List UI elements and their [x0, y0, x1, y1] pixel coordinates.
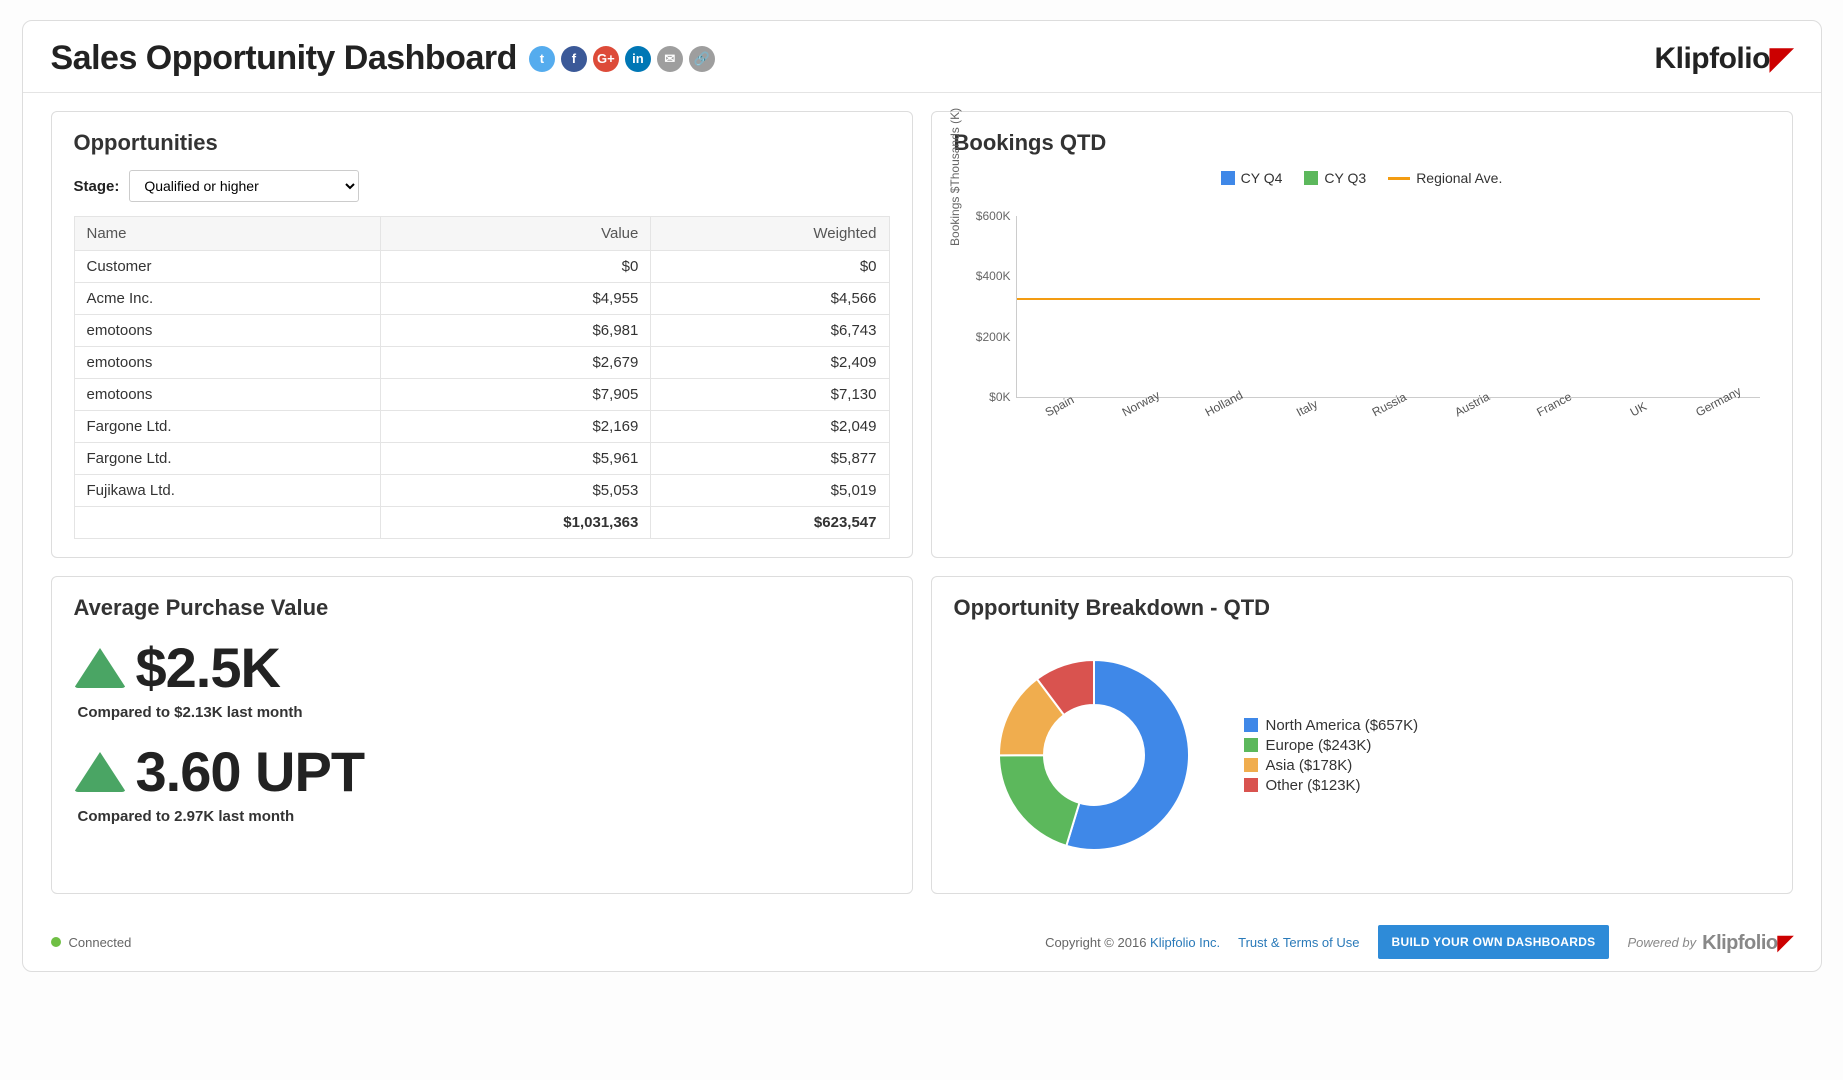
x-tick: Austria — [1452, 389, 1492, 419]
legend-swatch — [1244, 758, 1258, 772]
upt-value: 3.60 UPT — [136, 739, 365, 804]
donut-legend: North America ($657K) Europe ($243K) Asia … — [1244, 714, 1419, 797]
col-name: Name — [74, 217, 380, 251]
table-row: emotoons$6,981$6,743 — [74, 315, 889, 347]
col-weighted: Weighted — [651, 217, 889, 251]
email-icon[interactable]: ✉ — [657, 46, 683, 72]
legend-item: Europe ($243K) — [1244, 737, 1419, 754]
y-tick: $0K — [959, 390, 1011, 404]
legend-swatch-q3 — [1304, 171, 1318, 185]
y-tick: $600K — [959, 209, 1011, 223]
bookings-title: Bookings QTD — [954, 130, 1770, 156]
legend-swatch — [1244, 778, 1258, 792]
table-row: Customer$0$0 — [74, 251, 889, 283]
breakdown-title: Opportunity Breakdown - QTD — [954, 595, 1770, 621]
legend-item: Other ($123K) — [1244, 777, 1419, 794]
connection-status: Connected — [51, 935, 132, 950]
stage-label: Stage: — [74, 178, 120, 195]
company-link[interactable]: Klipfolio Inc. — [1150, 935, 1220, 950]
googleplus-icon[interactable]: G+ — [593, 46, 619, 72]
bookings-panel: Bookings QTD CY Q4 CY Q3 Regional Ave. B… — [931, 111, 1793, 558]
donut-slice — [999, 755, 1079, 846]
linkedin-icon[interactable]: in — [625, 46, 651, 72]
apv-title: Average Purchase Value — [74, 595, 890, 621]
legend-swatch — [1244, 738, 1258, 752]
opportunities-title: Opportunities — [74, 130, 890, 156]
top-bar: Sales Opportunity Dashboard tfG+in✉🔗 Kli… — [23, 21, 1821, 93]
apv-value: $2.5K — [136, 635, 280, 700]
legend-swatch-line — [1388, 177, 1410, 180]
terms-link[interactable]: Trust & Terms of Use — [1238, 935, 1359, 950]
x-tick: Norway — [1120, 388, 1162, 419]
table-row: Fargone Ltd.$2,169$2,049 — [74, 411, 889, 443]
x-tick: Russia — [1370, 390, 1409, 420]
footer-logo: Klipfolio◤ — [1702, 930, 1792, 955]
legend-swatch-q4 — [1221, 171, 1235, 185]
footer: Connected Copyright © 2016 Klipfolio Inc… — [23, 912, 1821, 971]
trend-up-icon — [74, 752, 126, 792]
x-tick: Spain — [1042, 393, 1076, 420]
x-tick: France — [1534, 389, 1574, 419]
stage-select[interactable]: Qualified or higher — [129, 170, 359, 202]
col-value: Value — [380, 217, 650, 251]
link-icon[interactable]: 🔗 — [689, 46, 715, 72]
table-row: Fujikawa Ltd.$5,053$5,019 — [74, 475, 889, 507]
upt-compare: Compared to 2.97K last month — [78, 808, 890, 825]
bookings-legend: CY Q4 CY Q3 Regional Ave. — [954, 170, 1770, 186]
twitter-icon[interactable]: t — [529, 46, 555, 72]
donut-chart — [984, 645, 1204, 865]
facebook-icon[interactable]: f — [561, 46, 587, 72]
bookings-chart: Bookings $Thousands (K) $0K$200K$400K$60… — [954, 190, 1770, 440]
table-row: emotoons$7,905$7,130 — [74, 379, 889, 411]
legend-item: North America ($657K) — [1244, 717, 1419, 734]
cta-button[interactable]: BUILD YOUR OWN DASHBOARDS — [1378, 925, 1610, 959]
x-tick: Holland — [1203, 388, 1246, 419]
trend-up-icon — [74, 648, 126, 688]
brand-logo: Klipfolio◤ — [1654, 41, 1792, 76]
dashboard-frame: Sales Opportunity Dashboard tfG+in✉🔗 Kli… — [22, 20, 1822, 972]
opportunities-table: Name Value Weighted Customer$0$0Acme Inc… — [74, 216, 890, 539]
status-dot-icon — [51, 937, 61, 947]
x-tick: UK — [1627, 399, 1648, 419]
breakdown-panel: Opportunity Breakdown - QTD North Americ… — [931, 576, 1793, 894]
x-tick: Italy — [1294, 397, 1320, 420]
table-row: Fargone Ltd.$5,961$5,877 — [74, 443, 889, 475]
panel-grid: Opportunities Stage: Qualified or higher… — [23, 93, 1821, 912]
table-row: Acme Inc.$4,955$4,566 — [74, 283, 889, 315]
x-tick: Germany — [1693, 384, 1743, 420]
legend-item: Asia ($178K) — [1244, 757, 1419, 774]
opportunities-panel: Opportunities Stage: Qualified or higher… — [51, 111, 913, 558]
y-axis-label: Bookings $Thousands (K) — [948, 108, 962, 246]
y-tick: $400K — [959, 269, 1011, 283]
y-tick: $200K — [959, 330, 1011, 344]
page-title: Sales Opportunity Dashboard — [51, 39, 517, 78]
table-total-row: $1,031,363$623,547 — [74, 507, 889, 539]
share-icons: tfG+in✉🔗 — [529, 46, 715, 72]
table-row: emotoons$2,679$2,409 — [74, 347, 889, 379]
legend-swatch — [1244, 718, 1258, 732]
apv-compare: Compared to $2.13K last month — [78, 704, 890, 721]
apv-panel: Average Purchase Value $2.5K Compared to… — [51, 576, 913, 894]
